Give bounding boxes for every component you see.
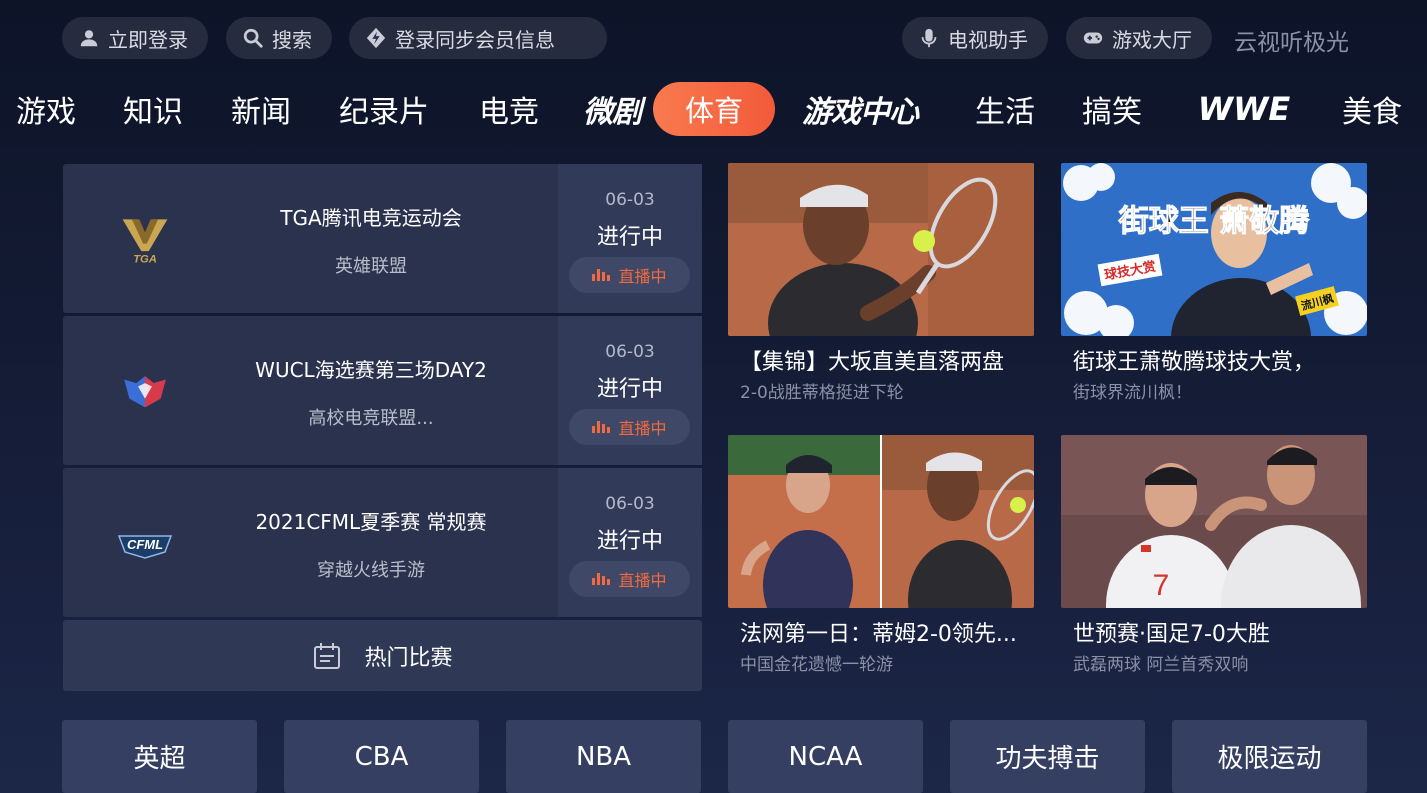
match-date: 06-03 [605, 494, 655, 514]
match-name: TGA腾讯电竞运动会 [280, 206, 462, 230]
video-thumbnail: 街球王 萧敬腾 球技大赏 流川枫 [1061, 163, 1367, 336]
video-desc: 中国金花遗憾一轮游 [740, 655, 893, 675]
svg-text:街球王 萧敬腾: 街球王 萧敬腾 [1118, 204, 1310, 239]
nav-item-game-center[interactable]: 游戏中心 [796, 82, 924, 136]
svg-text:7: 7 [1153, 569, 1170, 602]
live-label: 直播中 [618, 267, 667, 286]
live-label: 直播中 [618, 571, 667, 590]
brand-name: 云视听极光 [1234, 30, 1349, 56]
video-card[interactable]: 街球王 萧敬腾 球技大赏 流川枫 街球王萧敬腾球技大赏， 街球界流川枫！ [1061, 163, 1367, 403]
search-button[interactable]: 搜索 [226, 17, 332, 59]
hot-matches-button[interactable]: 热门比赛 [63, 620, 702, 691]
live-bars-icon [592, 573, 612, 585]
video-desc: 2-0战胜蒂格挺进下轮 [740, 383, 904, 403]
tv-assistant-label: 电视助手 [948, 27, 1028, 52]
video-title: 【集锦】大坂直美直落两盘 [740, 350, 1005, 375]
category-kung-fu[interactable]: 功夫搏击 [950, 720, 1145, 793]
video-desc: 武磊两球 阿兰首秀双响 [1073, 655, 1249, 675]
match-card[interactable]: WUCL海选赛第三场DAY2 高校电竞联盟... 06-03 进行中 直播中 [63, 316, 702, 465]
top-bar: 立即登录 搜索 登录同步会员信息 电视助手 游戏大厅 云视听极光 [62, 17, 1427, 59]
live-badge: 直播中 [569, 257, 690, 293]
nav-item-sports[interactable]: 体育 [653, 82, 775, 136]
category-premier-league[interactable]: 英超 [62, 720, 257, 793]
live-badge: 直播中 [569, 409, 690, 445]
nav-item-food[interactable]: 美食 [1342, 82, 1402, 136]
tga-logo: TGA [115, 208, 175, 268]
match-card[interactable]: TGA TGA腾讯电竞运动会 英雄联盟 06-03 进行中 直播中 [63, 164, 702, 313]
search-label: 搜索 [272, 27, 312, 52]
sync-member-button[interactable]: 登录同步会员信息 [349, 17, 607, 59]
live-badge: 直播中 [569, 561, 690, 597]
match-status: 进行中 [596, 225, 663, 250]
match-status: 进行中 [596, 377, 663, 402]
video-title: 世预赛·国足7-0大胜 [1073, 622, 1270, 647]
match-game: 高校电竞联盟... [308, 408, 434, 429]
match-date: 06-03 [605, 190, 655, 210]
video-title: 法网第一日：蒂姆2-0领先... [740, 622, 1017, 647]
match-date: 06-03 [605, 342, 655, 362]
nav-item-micro-drama[interactable]: 微剧 [582, 82, 642, 136]
category-cba[interactable]: CBA [284, 720, 479, 793]
nav-item-news[interactable]: 新闻 [231, 82, 291, 136]
video-card[interactable]: 法网第一日：蒂姆2-0领先... 中国金花遗憾一轮游 [728, 435, 1034, 675]
category-ncaa[interactable]: NCAA [728, 720, 923, 793]
login-label: 立即登录 [108, 27, 188, 52]
nav-item-documentary[interactable]: 纪录片 [339, 82, 429, 136]
lightning-icon [365, 27, 387, 49]
gamepad-icon [1082, 27, 1104, 49]
video-title: 街球王萧敬腾球技大赏， [1073, 350, 1316, 375]
match-card[interactable]: CFML 2021CFML夏季赛 常规赛 穿越火线手游 06-03 进行中 直播… [63, 468, 702, 617]
live-label: 直播中 [618, 419, 667, 438]
nav-item-knowledge[interactable]: 知识 [123, 82, 183, 136]
sync-label: 登录同步会员信息 [395, 27, 555, 52]
video-thumbnail: 7 [1061, 435, 1367, 608]
match-status: 进行中 [596, 529, 663, 554]
video-thumbnail [728, 163, 1034, 336]
cfml-logo: CFML [115, 512, 175, 572]
wucl-logo [115, 360, 175, 420]
video-card[interactable]: 【集锦】大坂直美直落两盘 2-0战胜蒂格挺进下轮 [728, 163, 1034, 403]
user-icon [78, 27, 100, 49]
video-desc: 街球界流川枫！ [1073, 383, 1192, 403]
match-game: 英雄联盟 [335, 256, 407, 277]
category-nba[interactable]: NBA [506, 720, 701, 793]
live-bars-icon [592, 269, 612, 281]
video-card[interactable]: 7 世预赛·国足7-0大胜 武磊两球 阿兰首秀双响 [1061, 435, 1367, 675]
search-icon [242, 27, 264, 49]
match-game: 穿越火线手游 [317, 560, 425, 581]
microphone-icon [918, 27, 940, 49]
tv-assistant-button[interactable]: 电视助手 [902, 17, 1048, 59]
match-name: 2021CFML夏季赛 常规赛 [255, 510, 487, 534]
nav-item-funny[interactable]: 搞笑 [1082, 82, 1142, 136]
nav-item-wwe[interactable]: WWE [1186, 82, 1302, 136]
game-hall-button[interactable]: 游戏大厅 [1066, 17, 1212, 59]
category-extreme-sports[interactable]: 极限运动 [1172, 720, 1367, 793]
nav-item-life[interactable]: 生活 [975, 82, 1035, 136]
nav-item-esports[interactable]: 电竞 [479, 82, 539, 136]
hot-matches-label: 热门比赛 [364, 645, 453, 671]
video-thumbnail [728, 435, 1034, 608]
nav-item-games[interactable]: 游戏 [16, 82, 76, 136]
category-nav: 游戏 知识 新闻 纪录片 电竞 微剧 体育 游戏中心 生活 搞笑 WWE 美食 [0, 82, 1427, 138]
game-hall-label: 游戏大厅 [1112, 27, 1192, 52]
login-button[interactable]: 立即登录 [62, 17, 208, 59]
calendar-icon [314, 642, 341, 669]
svg-text:CFML: CFML [127, 537, 163, 552]
match-name: WUCL海选赛第三场DAY2 [255, 358, 487, 382]
svg-text:TGA: TGA [133, 253, 157, 265]
live-bars-icon [592, 421, 612, 433]
